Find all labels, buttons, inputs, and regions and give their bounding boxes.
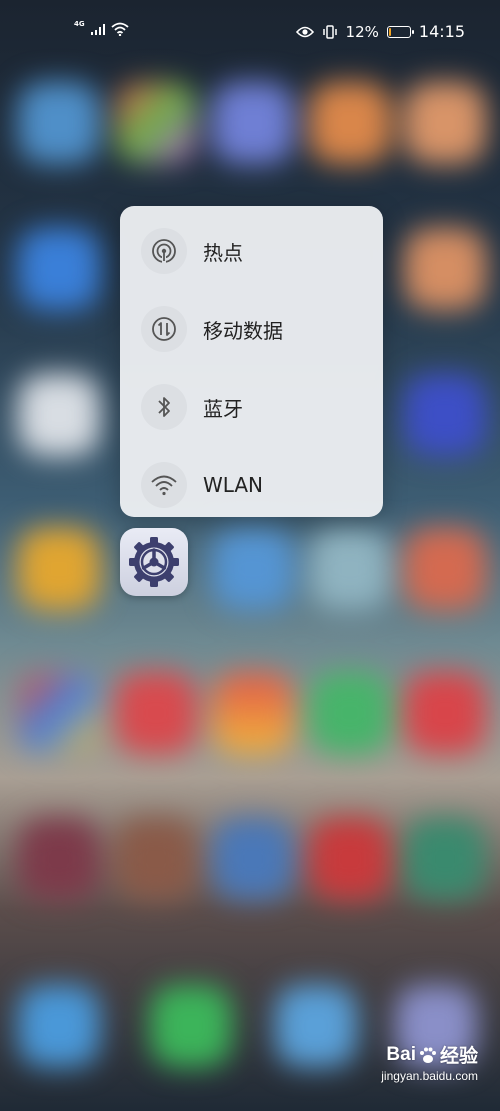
shortcut-label: 蓝牙: [203, 396, 243, 421]
mobile-data-icon: [141, 306, 187, 352]
app-shortcut-menu: 热点 移动数据 蓝牙 WLAN: [120, 206, 383, 517]
app-icon-blurred: [212, 528, 294, 610]
app-icon-blurred: [212, 672, 294, 754]
battery-icon: [386, 25, 414, 38]
app-icon-blurred: [404, 818, 486, 900]
blurred-home-screen: [0, 0, 500, 1111]
network-type-label: 4G: [74, 20, 85, 28]
wifi-icon: [141, 462, 187, 508]
hotspot-icon: [141, 228, 187, 274]
bluetooth-icon: [141, 384, 187, 430]
shortcut-wlan[interactable]: WLAN: [120, 446, 383, 524]
app-icon-blurred: [18, 528, 100, 610]
app-icon-blurred: [309, 818, 391, 900]
watermark-brand-text: Bai: [386, 1043, 416, 1065]
watermark-url: jingyan.baidu.com: [381, 1069, 478, 1083]
app-icon-blurred: [309, 82, 391, 164]
shortcut-label: 热点: [203, 240, 243, 265]
clock-time: 14:15: [418, 22, 465, 41]
dock-icon-blurred: [18, 985, 100, 1067]
settings-gear-icon: [129, 537, 179, 587]
baidu-jingyan-watermark: Bai 经验 jingyan.baidu.com: [381, 1041, 478, 1084]
app-icon-blurred: [309, 528, 391, 610]
app-icon-blurred: [18, 374, 100, 456]
signal-icon: [90, 23, 105, 35]
status-bar-left: 4G: [74, 20, 129, 36]
shortcut-mobile-data[interactable]: 移动数据: [120, 290, 383, 368]
shortcut-bluetooth[interactable]: 蓝牙: [120, 368, 383, 446]
dock-icon-blurred: [275, 985, 357, 1067]
app-icon-blurred: [18, 672, 100, 754]
app-icon-blurred: [404, 672, 486, 754]
app-icon-blurred: [309, 672, 391, 754]
battery-level-fill: [388, 27, 391, 36]
dock-icon-blurred: [150, 985, 232, 1067]
app-icon-blurred: [18, 228, 100, 310]
app-icon-blurred: [115, 672, 197, 754]
app-icon-blurred: [212, 818, 294, 900]
status-bar: 4G 12% 14:15: [0, 0, 500, 64]
vibrate-icon: [322, 24, 337, 39]
app-icon-blurred: [404, 374, 486, 456]
app-icon-blurred: [404, 82, 486, 164]
status-bar-right: 12% 14:15: [295, 22, 465, 41]
shortcut-label: 移动数据: [203, 318, 283, 343]
app-icon-blurred: [18, 818, 100, 900]
app-icon-blurred: [404, 528, 486, 610]
paw-icon: [419, 1047, 436, 1063]
app-icon-blurred: [18, 82, 100, 164]
app-icon-blurred: [115, 82, 197, 164]
watermark-brand-suffix: 经验: [439, 1046, 478, 1067]
shortcut-hotspot[interactable]: 热点: [120, 212, 383, 290]
app-icon-blurred: [115, 818, 197, 900]
settings-app-icon[interactable]: [120, 528, 188, 596]
app-icon-blurred: [404, 228, 486, 310]
eye-icon: [295, 26, 314, 37]
watermark-brand: Bai 经验: [381, 1041, 478, 1068]
wifi-icon: [111, 22, 129, 36]
battery-percent: 12%: [345, 22, 379, 41]
app-icon-blurred: [212, 82, 294, 164]
shortcut-label: WLAN: [203, 473, 264, 497]
